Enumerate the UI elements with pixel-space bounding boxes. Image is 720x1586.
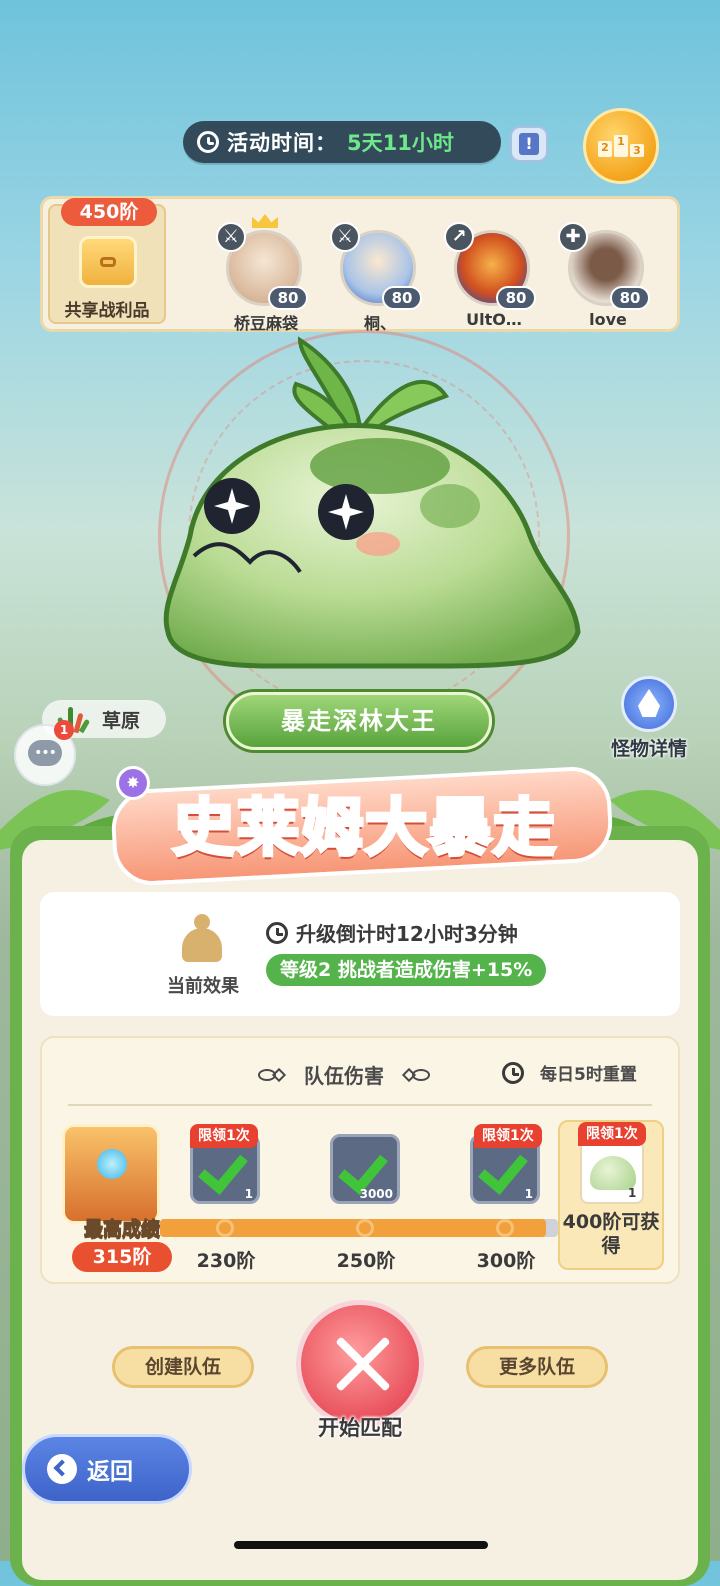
back-arrow-icon [47, 1454, 77, 1484]
create-team-button[interactable]: 创建队伍 [112, 1346, 254, 1388]
member-name: 桥豆麻袋 [233, 314, 298, 333]
team-damage-title: 队伍伤害 [304, 1064, 384, 1088]
check-icon [203, 1145, 249, 1185]
leaderboard-button[interactable]: 2 1 3 [583, 108, 659, 184]
clock-icon [266, 921, 288, 944]
monster-details-button[interactable]: 怪物详情 [604, 676, 694, 760]
team-member[interactable]: ↗ 80 UltO… [444, 206, 544, 329]
team-member[interactable]: ⚔ 80 桐、 [330, 206, 430, 333]
activity-time-value: 5天11小时 [347, 131, 454, 155]
back-label: 返回 [87, 1459, 133, 1485]
podium-second: 2 [598, 141, 612, 157]
slime-boss-image [163, 336, 581, 669]
boss-name-banner: 暴走深林大王 [226, 692, 492, 750]
member-level: 80 [382, 286, 422, 310]
sword-icon: ⚔ [216, 222, 246, 252]
buff-pill: 等级2 挑战者造成伤害+15% [266, 954, 547, 986]
check-icon [343, 1145, 389, 1185]
check-icon [483, 1145, 529, 1185]
upgrade-countdown: 升级倒计时12小时3分钟 [266, 918, 518, 947]
podium-first: 1 [614, 135, 628, 157]
member-level: 80 [610, 286, 650, 310]
reward-qty: 1 [524, 1187, 533, 1201]
back-button[interactable]: 返回 [22, 1434, 192, 1504]
monster-flame-icon [621, 676, 677, 732]
limit-tag: 限领1次 [578, 1122, 646, 1146]
divider [68, 1104, 652, 1106]
monster-details-label: 怪物详情 [610, 738, 687, 760]
start-match-label: 开始匹配 [318, 1416, 402, 1440]
loot-chest-icon [79, 236, 137, 288]
limit-tag: 限领1次 [190, 1124, 258, 1148]
biome-label: 草原 [102, 709, 141, 732]
member-name: UltO… [466, 310, 522, 329]
milestone-reward[interactable]: 3000 [330, 1134, 400, 1204]
best-score-value: 315阶 [72, 1242, 172, 1272]
ornament-right-icon [396, 1068, 430, 1082]
cross-icon: ✚ [558, 222, 588, 252]
milestone-label: 250阶 [336, 1250, 396, 1272]
chat-unread-badge: 1 [54, 720, 74, 740]
event-title: 史莱姆大暴走 [130, 768, 600, 888]
member-level: 80 [496, 286, 536, 310]
reward-qty: 3000 [359, 1187, 393, 1201]
team-member[interactable]: ⚔ 80 桥豆麻袋 [216, 206, 316, 333]
milestone-label: 300阶 [476, 1250, 536, 1272]
daily-reset-label: 每日5时重置 [540, 1065, 637, 1085]
team-member[interactable]: ✚ 80 love [558, 206, 658, 329]
sword-icon: ⚔ [330, 222, 360, 252]
team-stage-badge: 450阶 [61, 198, 157, 226]
member-level: 80 [268, 286, 308, 310]
activity-time-pill: 活动时间： 5天11小时 [183, 121, 501, 163]
lance-icon: ↗ [444, 222, 474, 252]
current-effect-label: 当前效果 [167, 976, 239, 997]
podium-third: 3 [630, 144, 644, 157]
progress-node [496, 1219, 514, 1237]
reward-qty: 1 [628, 1186, 637, 1200]
activity-time-label: 活动时间： [227, 131, 337, 155]
shared-loot-label: 共享战利品 [64, 301, 150, 321]
milestone-label: 230阶 [196, 1250, 256, 1272]
final-reward-label: 400阶可获得 [562, 1211, 660, 1257]
team-damage-heading: 队伍伤害 [258, 1060, 430, 1089]
progress-node [216, 1219, 234, 1237]
more-teams-button[interactable]: 更多队伍 [466, 1346, 608, 1388]
daily-reset: 每日5时重置 [502, 1060, 637, 1085]
level-up-person-icon [168, 910, 238, 966]
podium-icon: 2 1 3 [598, 135, 644, 157]
ornament-left-icon [258, 1068, 292, 1082]
upgrade-countdown-text: 升级倒计时12小时3分钟 [296, 922, 518, 946]
crown-icon [252, 214, 278, 228]
rules-button[interactable]: ! [510, 126, 548, 162]
progress-node [356, 1219, 374, 1237]
best-score-chest-icon [62, 1124, 160, 1224]
clock-icon [197, 131, 219, 153]
event-title-text: 史莱姆大暴走 [171, 789, 557, 866]
rules-book-icon: ! [519, 133, 539, 155]
start-match-button[interactable] [296, 1300, 424, 1428]
clock-icon [502, 1061, 524, 1084]
limit-tag: 限领1次 [474, 1124, 542, 1148]
home-indicator [234, 1541, 488, 1549]
member-name: love [589, 310, 627, 329]
reward-qty: 1 [244, 1187, 253, 1201]
